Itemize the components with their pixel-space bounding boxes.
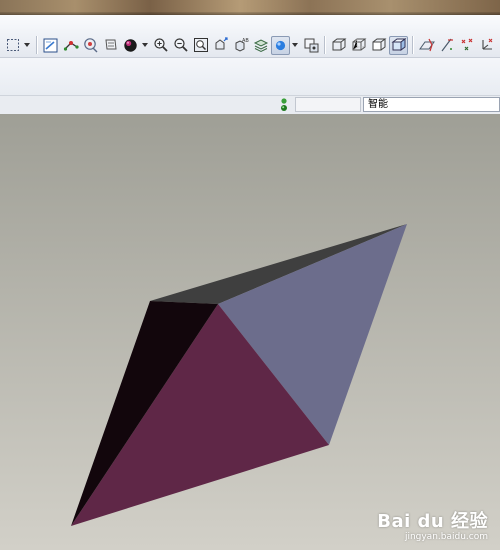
coordinate-system-icon[interactable] [477,36,496,55]
secondary-toolbar-area [0,58,500,95]
status-light-icon [278,97,290,113]
datum-point-icon[interactable] [457,36,476,55]
datum-axis-display-icon[interactable] [437,36,456,55]
sketch-view-icon[interactable] [41,36,60,55]
window-title-strip [0,0,500,15]
display-style-icon[interactable] [271,35,290,55]
watermark-url: jingyan.baidu.com [404,532,488,542]
model-viewport[interactable]: Bai du 经验 jingyan.baidu.com [0,114,500,550]
watermark: Bai du 经验 jingyan.baidu.com [377,507,488,542]
toolbar-separator [324,36,326,54]
zoom-in-icon[interactable] [151,36,170,55]
hidden-line-icon[interactable] [349,36,368,55]
view-toolbar-row: AB [3,34,497,56]
display-style-dropdown-arrow-icon[interactable] [291,36,299,55]
datum-plane-icon[interactable] [417,36,436,55]
saved-views-icon[interactable]: AB [231,36,250,55]
refit-icon[interactable] [191,36,210,55]
select-dropdown-arrow-icon[interactable] [23,36,31,55]
selection-filter-select[interactable]: 智能 [363,97,500,112]
shading-icon[interactable] [389,35,408,55]
appearance-dropdown-arrow-icon[interactable] [141,36,149,55]
main-toolbar: AB [0,15,500,58]
datum-axis-icon[interactable] [61,36,80,55]
toolbar-separator [412,36,414,54]
repaint-icon[interactable] [101,36,120,55]
box-select-icon[interactable] [3,36,22,55]
toolbar-separator [36,36,38,54]
orient-icon[interactable] [211,36,230,55]
model-canvas [71,224,407,526]
spin-center-icon[interactable] [81,36,100,55]
wireframe-icon[interactable] [329,36,348,55]
view-manager-icon[interactable] [301,36,320,55]
watermark-logo: Bai du 经验 [377,511,488,532]
appearance-sphere-icon[interactable] [121,36,140,55]
status-message-box [295,97,361,112]
svg-text:AB: AB [242,38,249,44]
zoom-out-icon[interactable] [171,36,190,55]
no-hidden-icon[interactable] [369,36,388,55]
layers-icon[interactable] [251,36,270,55]
status-bar: 智能 [0,95,500,115]
